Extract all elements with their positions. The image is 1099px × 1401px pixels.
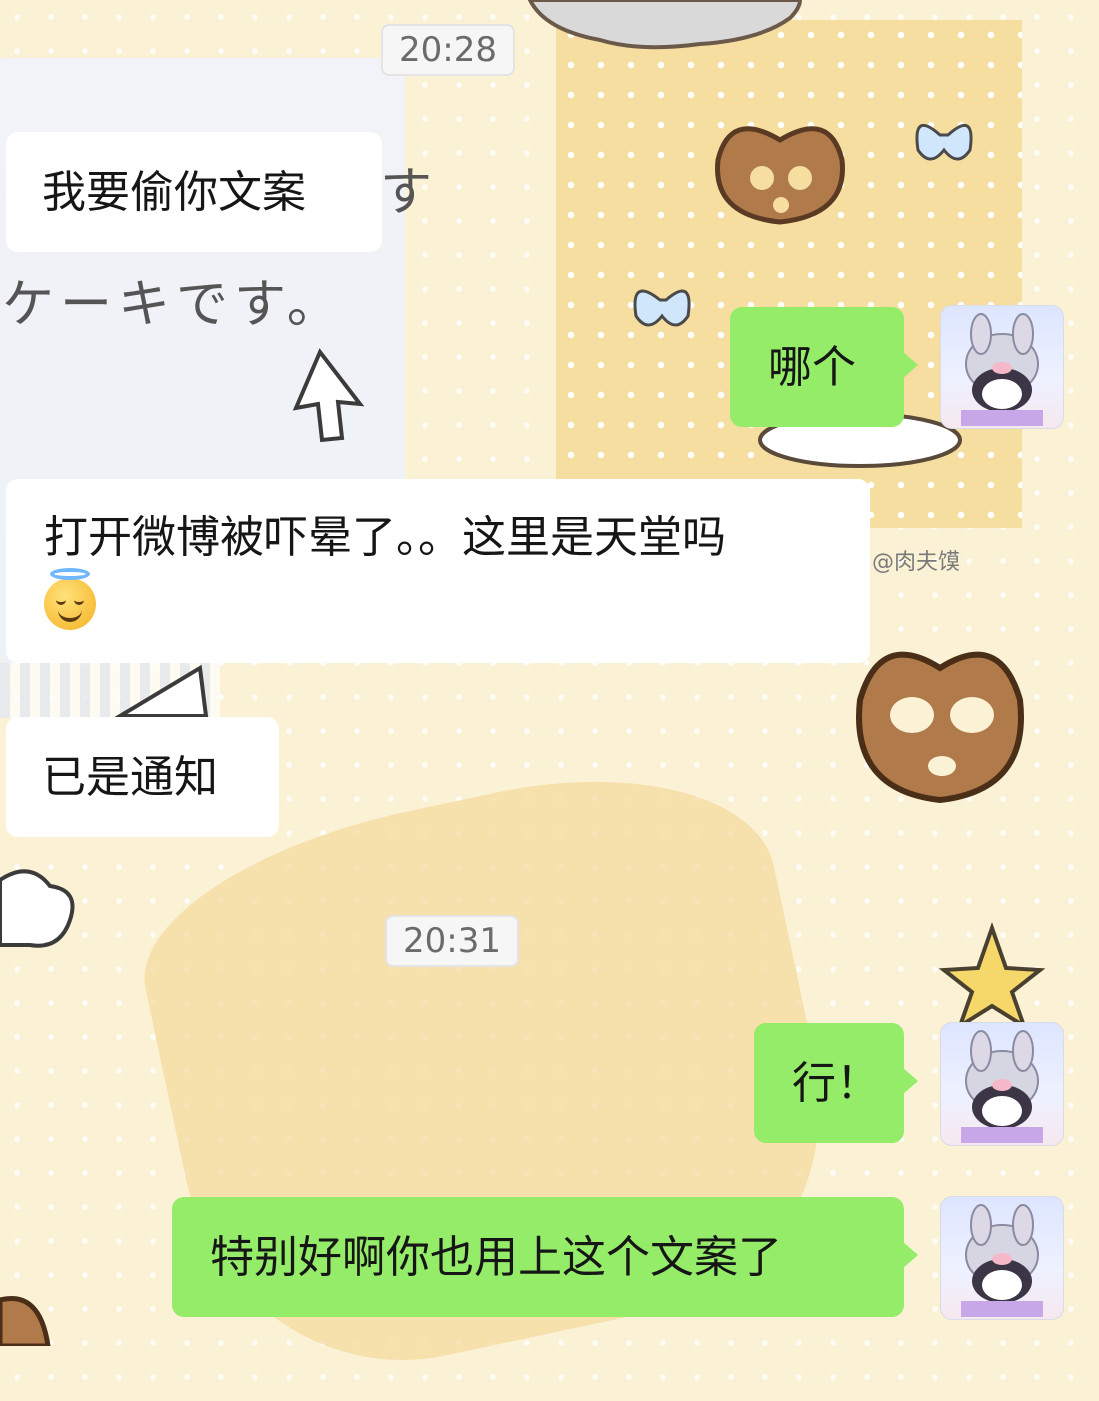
- pretzel-doodle-right: [856, 651, 1024, 804]
- avatar-image: [961, 1030, 1043, 1143]
- message-bubble-outgoing[interactable]: 行！: [754, 1023, 918, 1143]
- message-text: 我要偷你文案: [42, 167, 306, 218]
- smiling-face-with-halo-emoji: [44, 568, 96, 630]
- cloud-doodle: [527, 0, 803, 50]
- message-text: 打开微博被吓晕了。。这里是天堂吗: [44, 512, 726, 563]
- triangle-doodle: [112, 664, 209, 718]
- message-text: 行！: [792, 1058, 880, 1109]
- avatar[interactable]: [940, 1022, 1064, 1146]
- avatar[interactable]: [940, 1196, 1064, 1320]
- pretzel-doodle-top: [715, 126, 845, 225]
- message-bubble-incoming[interactable]: 已是通知: [6, 717, 279, 837]
- message-bubble-outgoing[interactable]: 哪个: [730, 307, 918, 427]
- message-text: 特别好啊你也用上这个文案了: [210, 1232, 782, 1283]
- timestamp: 20:28: [381, 24, 515, 76]
- message-bubble-outgoing[interactable]: 特别好啊你也用上这个文案了: [172, 1197, 918, 1317]
- avatar-image: [961, 313, 1043, 426]
- pretzel-doodle-bottom: [0, 1296, 51, 1346]
- message-bubble-incoming[interactable]: 我要偷你文案: [6, 132, 382, 252]
- cursor-doodle: [292, 348, 365, 443]
- star-doodle: [938, 921, 1046, 1031]
- message-text: 已是通知: [42, 752, 218, 803]
- avatar-image: [961, 1204, 1043, 1317]
- avatar[interactable]: [940, 305, 1064, 429]
- message-text: 哪个: [768, 342, 856, 393]
- timestamp: 20:31: [385, 915, 519, 967]
- message-bubble-incoming[interactable]: 打开微博被吓晕了。。这里是天堂吗: [6, 479, 870, 663]
- cloud-doodle-left: [0, 869, 75, 948]
